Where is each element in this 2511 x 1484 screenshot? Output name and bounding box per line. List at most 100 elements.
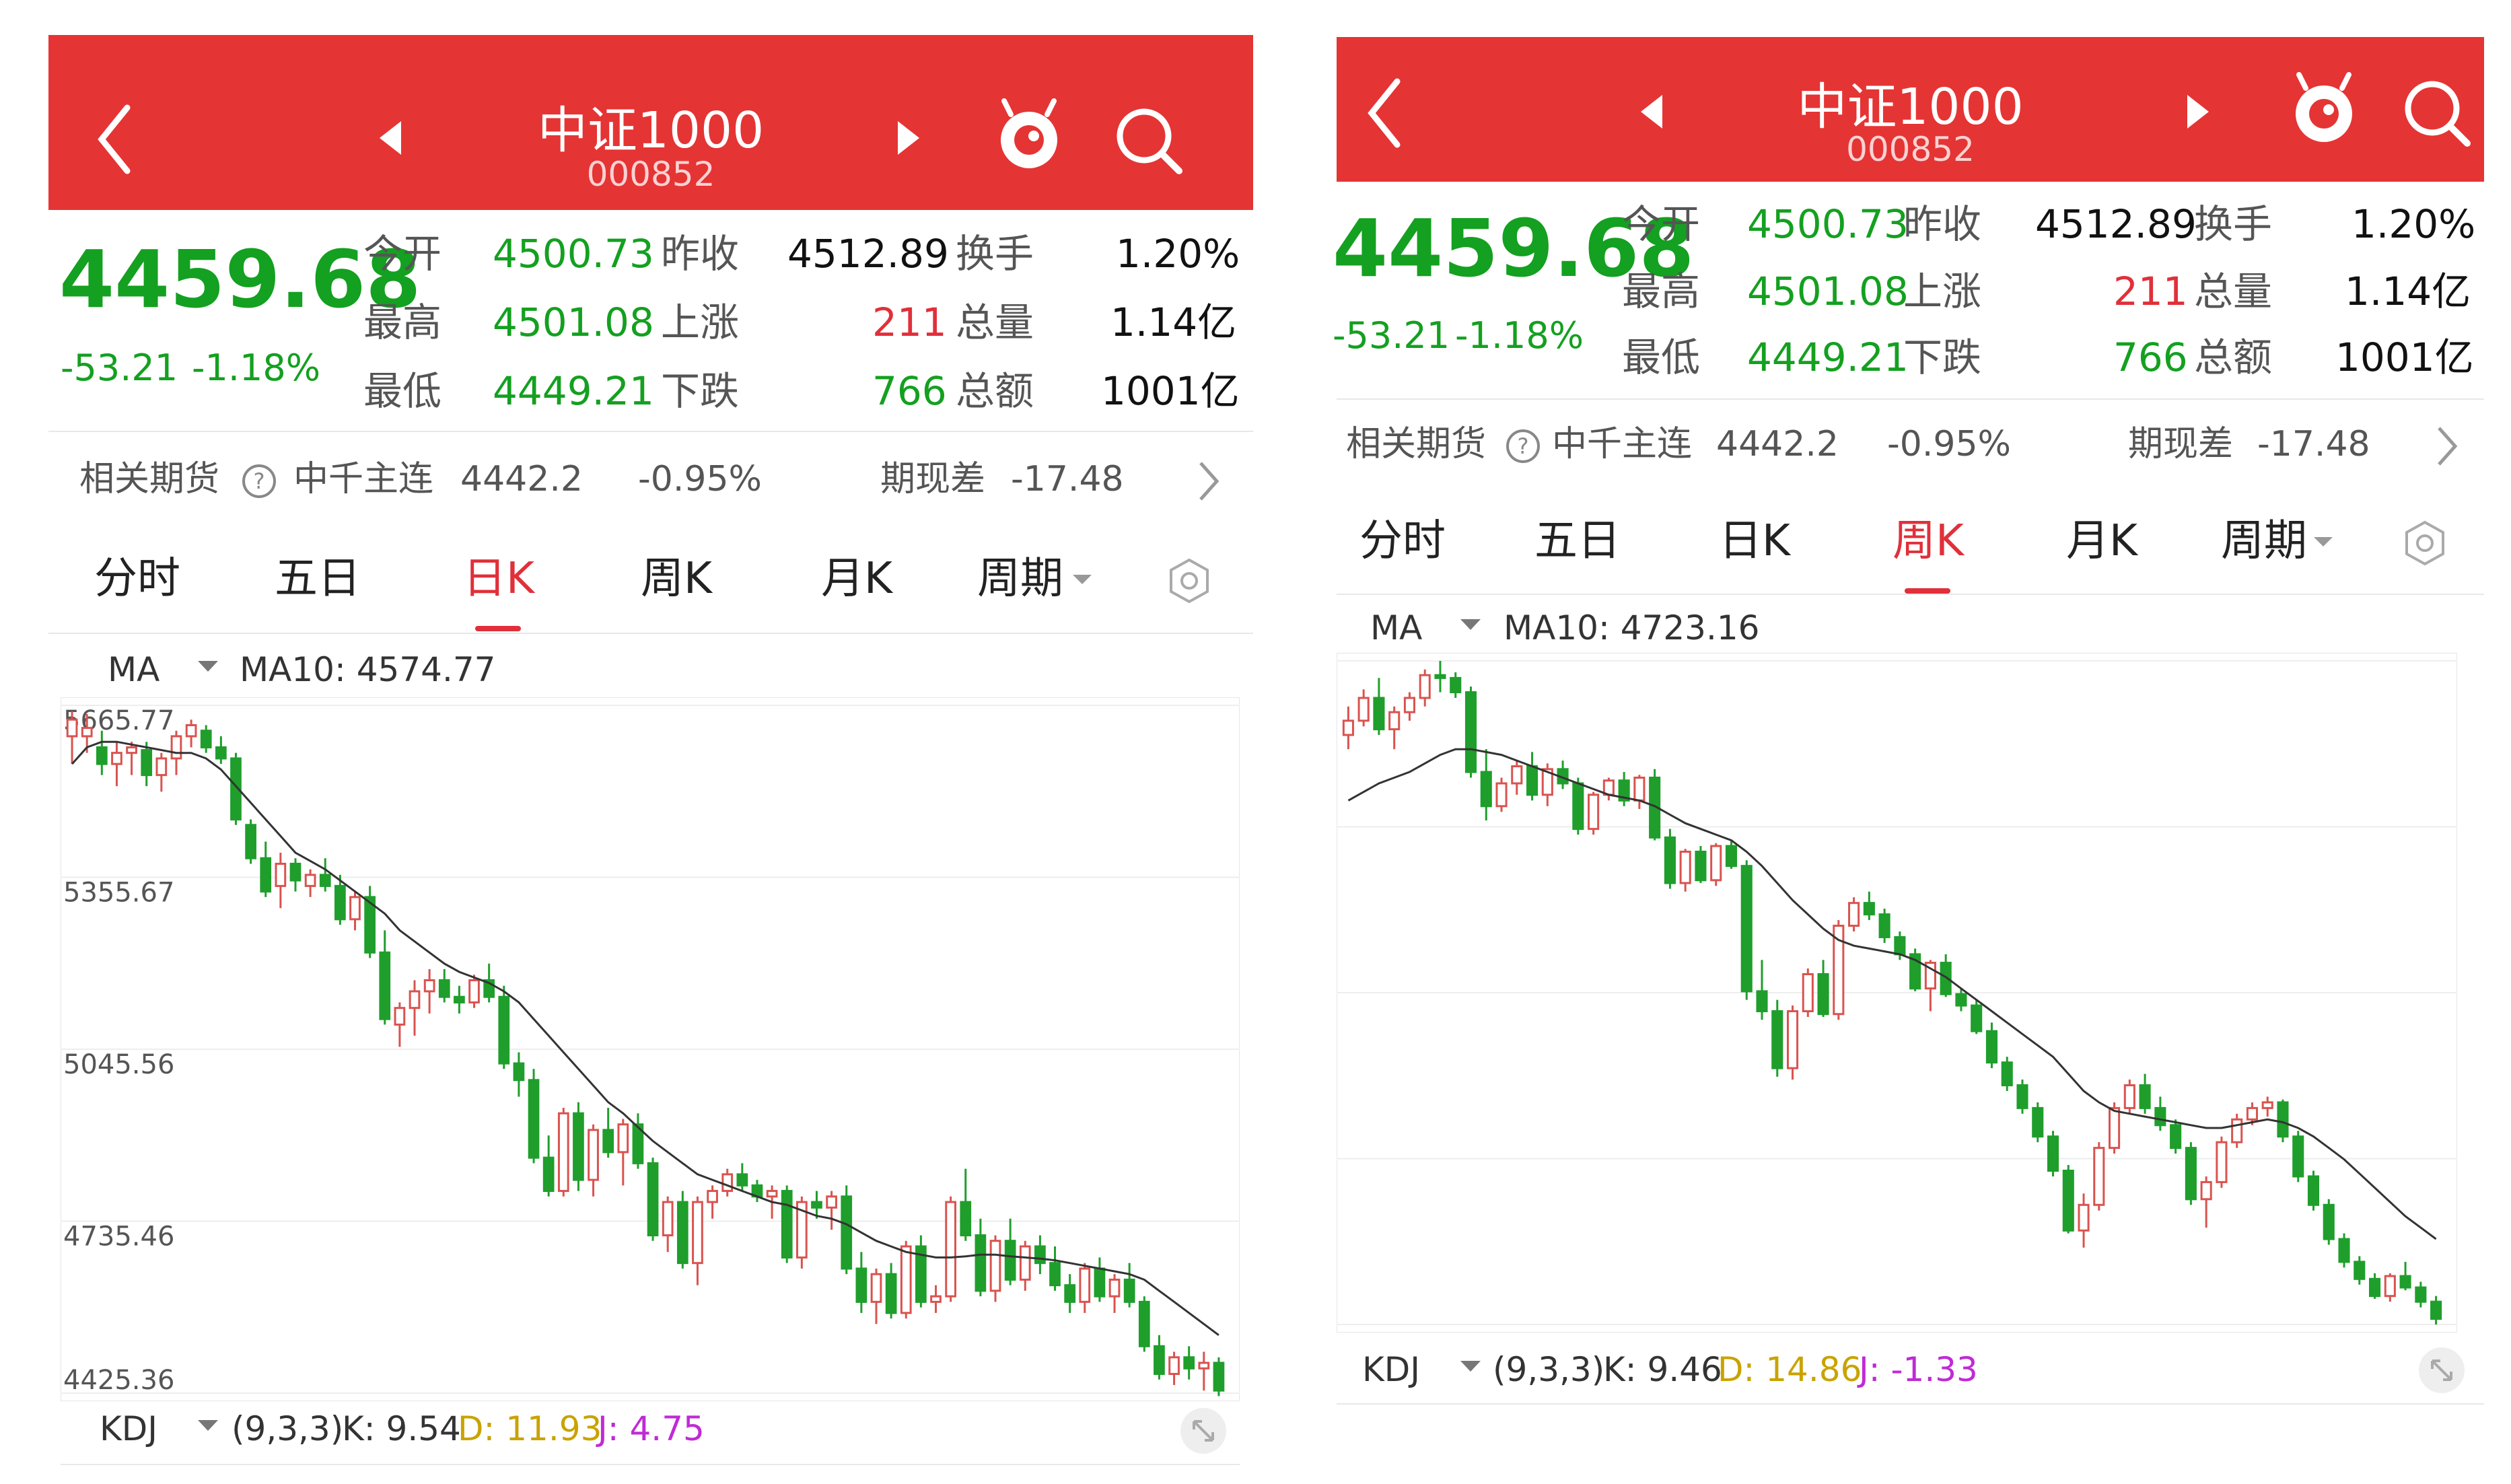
candle-up bbox=[304, 874, 316, 887]
next-index-icon[interactable] bbox=[895, 120, 922, 156]
futures-pct: -0.95% bbox=[1887, 424, 2011, 464]
chevron-down-icon[interactable] bbox=[2312, 536, 2334, 549]
kdj-k: K: 9.54 bbox=[342, 1409, 461, 1448]
active-tab-indicator bbox=[1905, 588, 1950, 594]
mascot-icon[interactable] bbox=[2287, 69, 2361, 147]
candle-down bbox=[2292, 1135, 2304, 1178]
candle-up bbox=[2200, 1180, 2212, 1201]
candle-down bbox=[1154, 1345, 1165, 1375]
chevron-right-icon[interactable] bbox=[2434, 424, 2461, 468]
kdj-label[interactable]: KDJ bbox=[100, 1412, 157, 1446]
candle-down bbox=[736, 1173, 748, 1187]
candle-up bbox=[1108, 1278, 1121, 1298]
candle-up bbox=[2246, 1106, 2259, 1121]
prev-close-label: 昨收 bbox=[1903, 201, 1982, 247]
search-icon[interactable] bbox=[1112, 104, 1186, 178]
expand-icon[interactable] bbox=[2417, 1346, 2466, 1394]
next-index-icon[interactable] bbox=[2185, 94, 2212, 130]
candle-up bbox=[185, 723, 197, 738]
kdj-dropdown-icon[interactable] bbox=[197, 1419, 219, 1434]
chevron-down-icon[interactable] bbox=[1071, 573, 1093, 587]
volume-value: 1.14亿 bbox=[1110, 299, 1237, 345]
candle-down bbox=[1123, 1278, 1135, 1303]
ma-label[interactable]: MA bbox=[1370, 611, 1422, 645]
candle-up bbox=[409, 990, 421, 1010]
tab-intraday[interactable]: 分时 bbox=[94, 557, 180, 600]
tab-five-day[interactable]: 五日 bbox=[1534, 520, 1621, 563]
candle-up bbox=[930, 1295, 942, 1303]
tab-intraday[interactable]: 分时 bbox=[1359, 520, 1446, 563]
candle-up bbox=[1679, 851, 1691, 884]
tab-period[interactable]: 周期 bbox=[2221, 520, 2307, 563]
tab-period[interactable]: 周期 bbox=[977, 557, 1063, 600]
help-icon[interactable]: ? bbox=[241, 463, 277, 499]
candle-down bbox=[1064, 1284, 1076, 1303]
candle-down bbox=[1572, 782, 1584, 831]
mascot-icon[interactable] bbox=[992, 96, 1066, 174]
help-icon[interactable]: ? bbox=[1505, 428, 1541, 464]
futures-label: 相关期货 bbox=[1346, 424, 1487, 464]
tab-daily-k[interactable]: 日K bbox=[1719, 520, 1790, 563]
candle-down bbox=[379, 951, 391, 1020]
turnover-value: 1.20% bbox=[2351, 201, 2476, 247]
candle-up bbox=[2078, 1203, 2090, 1232]
candle-down bbox=[1863, 902, 1875, 916]
kdj-label[interactable]: KDJ bbox=[1362, 1353, 1420, 1386]
search-icon[interactable] bbox=[2400, 76, 2474, 150]
kdj-params: (9,3,3) bbox=[1493, 1350, 1605, 1389]
candle-up bbox=[2384, 1275, 2396, 1298]
expand-icon[interactable] bbox=[1179, 1407, 1228, 1455]
candle-down bbox=[2354, 1261, 2366, 1280]
candle-down bbox=[1373, 697, 1385, 731]
kdj-dropdown-icon[interactable] bbox=[1459, 1359, 1482, 1374]
tab-daily-k[interactable]: 日K bbox=[463, 557, 534, 600]
kdj-d: D: 14.86 bbox=[1718, 1350, 1862, 1389]
volume-label: 总量 bbox=[2194, 269, 2273, 314]
candle-down bbox=[2399, 1275, 2411, 1289]
futures-pct: -0.95% bbox=[638, 459, 762, 499]
futures-contract[interactable]: 中千主连 bbox=[293, 462, 433, 497]
futures-label: 相关期货 bbox=[79, 459, 220, 499]
candle-up bbox=[557, 1112, 569, 1193]
candle-down bbox=[2047, 1135, 2059, 1172]
candle-up bbox=[1588, 793, 1600, 831]
kdj-k: K: 9.46 bbox=[1603, 1350, 1722, 1389]
candle-down bbox=[811, 1201, 822, 1209]
tab-monthly-k[interactable]: 月K bbox=[2066, 520, 2137, 563]
candle-down bbox=[1664, 836, 1676, 884]
candle-up bbox=[1357, 697, 1370, 722]
candlestick-chart[interactable] bbox=[1337, 653, 2457, 1333]
settings-icon[interactable] bbox=[1164, 556, 1214, 606]
candle-down bbox=[1434, 674, 1446, 679]
tab-monthly-k[interactable]: 月K bbox=[821, 557, 892, 600]
ma-label[interactable]: MA bbox=[108, 653, 160, 686]
high-label: 最高 bbox=[363, 299, 442, 345]
candle-up bbox=[81, 727, 93, 738]
candle-down bbox=[498, 995, 510, 1065]
candle-down bbox=[1464, 691, 1477, 773]
candle-down bbox=[573, 1112, 584, 1181]
tab-weekly-k[interactable]: 周K bbox=[641, 557, 712, 600]
candle-up bbox=[66, 718, 78, 738]
candlestick-chart[interactable]: 5665.77 5355.67 5045.56 4735.46 4425.36 bbox=[61, 697, 1240, 1401]
chevron-right-icon[interactable] bbox=[1195, 459, 1222, 503]
candle-up bbox=[1403, 697, 1415, 713]
futures-contract[interactable]: 中千主连 bbox=[1552, 427, 1692, 462]
candle-up bbox=[707, 1190, 718, 1203]
settings-icon[interactable] bbox=[2400, 518, 2450, 568]
divider bbox=[48, 633, 1253, 634]
candle-down bbox=[2016, 1084, 2028, 1109]
candle-up bbox=[423, 979, 435, 993]
tab-five-day[interactable]: 五日 bbox=[275, 557, 361, 600]
open-value: 4500.73 bbox=[493, 231, 654, 277]
candle-down bbox=[334, 884, 346, 921]
divider bbox=[1337, 594, 2484, 595]
candle-up bbox=[2093, 1147, 2105, 1206]
ma-dropdown-icon[interactable] bbox=[197, 660, 219, 674]
tab-weekly-k[interactable]: 周K bbox=[1893, 520, 1964, 563]
candle-down bbox=[2430, 1300, 2442, 1320]
ma-dropdown-icon[interactable] bbox=[1459, 618, 1482, 633]
svg-text:?: ? bbox=[1518, 433, 1529, 459]
y-axis-label: 5665.77 bbox=[63, 705, 174, 736]
divider bbox=[61, 1464, 1240, 1465]
